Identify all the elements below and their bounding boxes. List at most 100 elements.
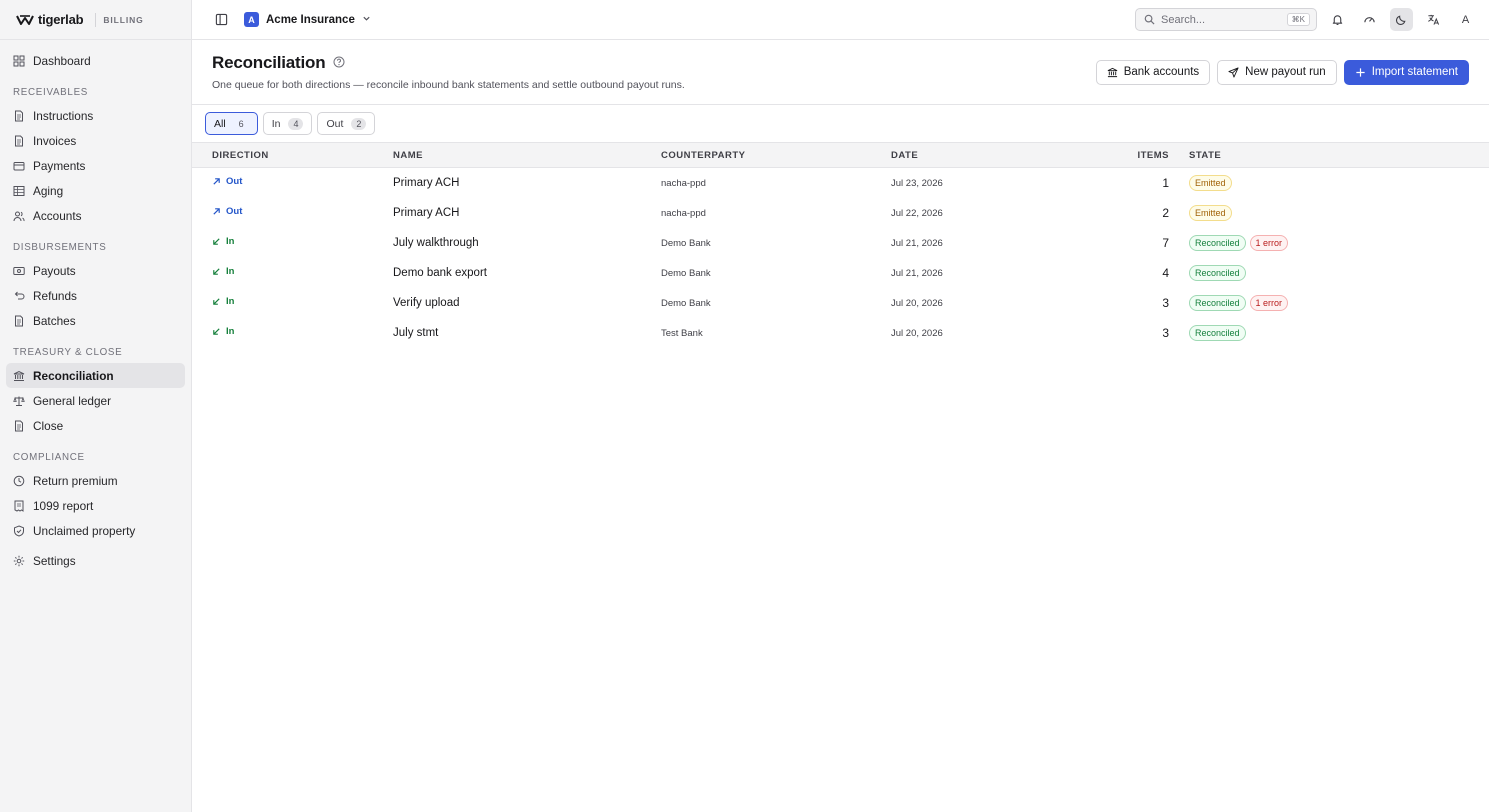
- tab-all[interactable]: All 6: [205, 112, 258, 135]
- chevron-down-icon: [362, 14, 371, 26]
- items-cell: 3: [1162, 295, 1169, 310]
- workspace-avatar: A: [244, 12, 259, 27]
- sidebar-item-label: Dashboard: [33, 53, 91, 68]
- header-items[interactable]: ITEMS: [1102, 142, 1177, 168]
- sidebar-item-dashboard[interactable]: Dashboard: [6, 48, 185, 73]
- user-avatar[interactable]: A: [1454, 14, 1477, 26]
- direction-cell: Out: [212, 206, 242, 217]
- sidebar-item-label: Batches: [33, 313, 76, 328]
- sidebar-item-accounts[interactable]: Accounts: [6, 203, 185, 228]
- direction-filter-tabs: All 6 In 4 Out 2: [192, 105, 1489, 142]
- direction-label: In: [226, 326, 235, 337]
- direction-cell: Out: [212, 176, 242, 187]
- date-cell: Jul 23, 2026: [891, 177, 943, 189]
- date-cell: Jul 21, 2026: [891, 237, 943, 249]
- doc-icon: [13, 135, 25, 147]
- sidebar-item-reconciliation[interactable]: Reconciliation: [6, 363, 185, 388]
- wallet-icon: [13, 160, 25, 172]
- header-name[interactable]: NAME: [381, 142, 649, 168]
- header-date[interactable]: DATE: [879, 142, 1102, 168]
- name-cell[interactable]: Verify upload: [381, 288, 649, 318]
- gauge-icon[interactable]: [1358, 8, 1381, 31]
- sidebar-item-close[interactable]: Close: [6, 413, 185, 438]
- sidebar-item-label: Unclaimed property: [33, 523, 136, 538]
- page-title: Reconciliation: [212, 53, 326, 72]
- import-statement-button[interactable]: Import statement: [1343, 59, 1469, 85]
- table-row[interactable]: Out Primary ACH nacha-ppd Jul 22, 2026 2 Emit…: [192, 198, 1489, 228]
- direction-cell: In: [212, 236, 234, 247]
- sidebar-item-payouts[interactable]: Payouts: [6, 258, 185, 283]
- name-cell[interactable]: Primary ACH: [381, 168, 649, 198]
- search-input[interactable]: Search... ⌘K: [1135, 8, 1317, 31]
- direction-label: Out: [226, 206, 243, 217]
- reconciliation-table: DIRECTION NAME COUNTERPARTY DATE ITEMS S…: [192, 142, 1489, 348]
- sidebar-item-label: Reconciliation: [33, 368, 114, 383]
- bank-icon: [13, 370, 25, 382]
- bank-accounts-button[interactable]: Bank accounts: [1095, 59, 1211, 85]
- tab-out[interactable]: Out 2: [317, 112, 376, 135]
- name-cell[interactable]: Demo bank export: [381, 258, 649, 288]
- table-row[interactable]: In July walkthrough Demo Bank Jul 21, 2026 7…: [192, 228, 1489, 258]
- name-cell[interactable]: Primary ACH: [381, 198, 649, 228]
- state-badge: Emitted: [1189, 204, 1232, 221]
- sidebar-item-invoices[interactable]: Invoices: [6, 128, 185, 153]
- sidebar-item-label: Instructions: [33, 108, 94, 123]
- sidebar-item-instructions[interactable]: Instructions: [6, 103, 185, 128]
- sidebar-item-general-ledger[interactable]: General ledger: [6, 388, 185, 413]
- sidebar-item-label: Accounts: [33, 208, 82, 223]
- header-state[interactable]: STATE: [1177, 142, 1489, 168]
- sidebar-item-settings[interactable]: Settings: [6, 548, 185, 573]
- sidebar-item-batches[interactable]: Batches: [6, 308, 185, 333]
- items-cell: 3: [1162, 325, 1169, 340]
- brand-logo[interactable]: tigerlab: [16, 12, 84, 27]
- tab-in[interactable]: In 4: [262, 112, 313, 135]
- sidebar-item-label: 1099 report: [33, 498, 94, 513]
- new-payout-run-button[interactable]: New payout run: [1217, 59, 1337, 85]
- moon-icon[interactable]: [1390, 8, 1413, 31]
- name-cell[interactable]: July stmt: [381, 318, 649, 348]
- workspace-switcher[interactable]: A Acme Insurance: [244, 12, 371, 27]
- direction-cell: In: [212, 296, 234, 307]
- items-cell: 2: [1162, 205, 1169, 220]
- table-row[interactable]: Out Primary ACH nacha-ppd Jul 23, 2026 1 Emit…: [192, 168, 1489, 198]
- translate-icon[interactable]: [1422, 8, 1445, 31]
- sidebar-item-return-premium[interactable]: Return premium: [6, 468, 185, 493]
- tab-label: Out: [326, 117, 344, 130]
- table-icon: [13, 185, 25, 197]
- tab-label: In: [271, 117, 281, 130]
- main: A Acme Insurance Search... ⌘K A Reconcil…: [192, 0, 1489, 812]
- table-row[interactable]: In July stmt Test Bank Jul 20, 2026 3 Reconci…: [192, 318, 1489, 348]
- sidebar-item-payments[interactable]: Payments: [6, 153, 185, 178]
- bell-icon[interactable]: [1326, 8, 1349, 31]
- table-row[interactable]: In Verify upload Demo Bank Jul 20, 2026 3 Rec…: [192, 288, 1489, 318]
- brand-tag: BILLING: [103, 14, 144, 25]
- sidebar-item-1099-report[interactable]: 1099 report: [6, 493, 185, 518]
- sidebar-item-label: Settings: [33, 553, 76, 568]
- sidebar-item-unclaimed-property[interactable]: Unclaimed property: [6, 518, 185, 543]
- header-counterparty[interactable]: COUNTERPARTY: [649, 142, 879, 168]
- sidebar-item-label: Return premium: [33, 473, 118, 488]
- arrow-up-right-icon: [212, 177, 221, 186]
- counterparty-cell: nacha-ppd: [661, 177, 706, 189]
- sidebar-item-refunds[interactable]: Refunds: [6, 283, 185, 308]
- search-placeholder: Search...: [1161, 13, 1206, 26]
- sidebar-item-aging[interactable]: Aging: [6, 178, 185, 203]
- arrow-down-left-icon: [212, 267, 221, 276]
- sidebar-toggle-icon[interactable]: [210, 9, 232, 31]
- header-direction[interactable]: DIRECTION: [192, 142, 381, 168]
- counterparty-cell: Demo Bank: [661, 237, 711, 249]
- state-badge: Reconciled: [1189, 234, 1246, 251]
- sidebar-section-receivables: RECEIVABLES: [13, 87, 89, 98]
- scale-icon: [13, 395, 25, 407]
- items-cell: 4: [1162, 265, 1169, 280]
- table-row[interactable]: In Demo bank export Demo Bank Jul 21, 2026 4…: [192, 258, 1489, 288]
- state-cell: Reconciled 1 error: [1177, 288, 1489, 318]
- name-cell[interactable]: July walkthrough: [381, 228, 649, 258]
- help-icon[interactable]: [333, 56, 345, 71]
- counterparty-cell: nacha-ppd: [661, 207, 706, 219]
- gear-icon: [13, 555, 25, 567]
- state-badge: Reconciled: [1189, 264, 1246, 281]
- workspace-name: Acme Insurance: [266, 13, 355, 26]
- state-badge: Reconciled: [1189, 324, 1246, 341]
- banknote-icon: [13, 265, 25, 277]
